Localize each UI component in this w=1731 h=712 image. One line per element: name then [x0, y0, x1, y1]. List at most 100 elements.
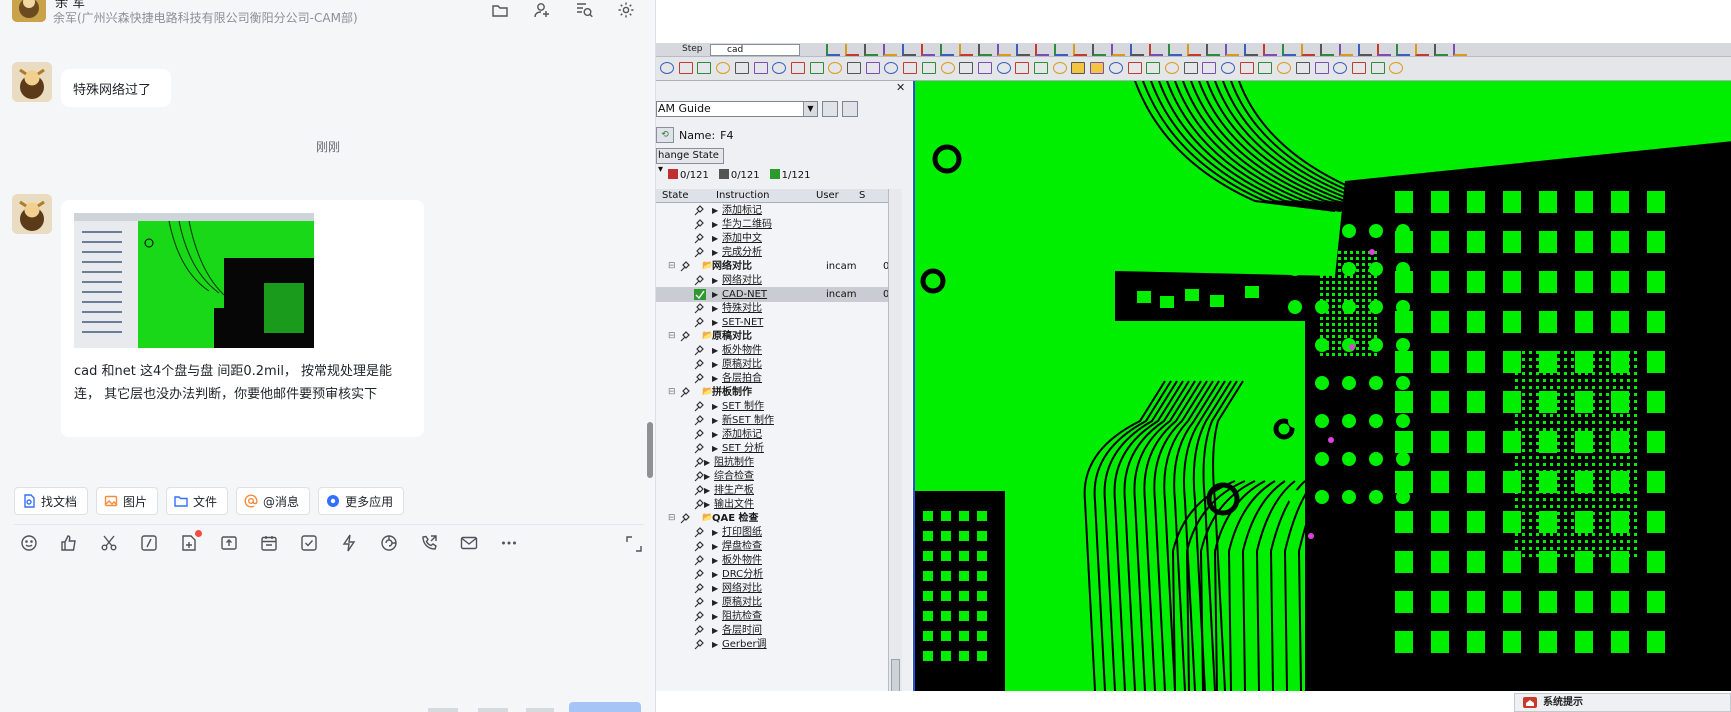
more-apps-button[interactable]: 更多应用: [318, 487, 405, 515]
sender-avatar[interactable]: [12, 62, 52, 102]
tree-item[interactable]: ▶ Gerber调: [656, 637, 888, 652]
refresh-icon[interactable]: ⟲: [656, 127, 674, 143]
toolbar-tool-icon[interactable]: [1277, 62, 1292, 74]
toolbar-tool-icon[interactable]: [1016, 44, 1030, 56]
toolbar-tool-icon[interactable]: [1258, 62, 1273, 74]
toolbar-tool-icon[interactable]: [959, 62, 974, 74]
toolbar-tool-icon[interactable]: [1333, 62, 1348, 74]
toolbar-tool-icon[interactable]: [1187, 44, 1201, 56]
tree-item[interactable]: ▶ 阻抗制作: [656, 455, 888, 470]
tree-item[interactable]: ▶ 网络对比: [656, 581, 888, 596]
change-state-dropdown[interactable]: hange State ▾: [656, 148, 724, 175]
tree-item[interactable]: ▶ SET 分析: [656, 441, 888, 456]
tree-scrollbar[interactable]: [888, 189, 902, 712]
message-bubble[interactable]: cad 和net 这4个盘与盘 间距0.2mil， 按常规处理是能连， 其它层也…: [61, 200, 424, 437]
expand-toggle-icon[interactable]: ⊟: [668, 511, 676, 526]
toolbar-tool-icon[interactable]: [1054, 44, 1068, 56]
toolbar-tool-icon[interactable]: [1370, 62, 1385, 74]
toolbar-tool-icon[interactable]: [1244, 44, 1258, 56]
more-icon[interactable]: [499, 533, 519, 553]
toolbar-tool-icon[interactable]: [1282, 44, 1296, 56]
expand-editor-icon[interactable]: [625, 535, 643, 553]
close-icon[interactable]: ✕: [896, 81, 905, 94]
image-button[interactable]: 图片: [96, 487, 159, 515]
toolbar-tool-icon[interactable]: [1149, 44, 1163, 56]
calendar-icon[interactable]: [259, 533, 279, 553]
tree-item[interactable]: ▶ 原稿对比: [656, 595, 888, 610]
tree-item[interactable]: ▶ 网络对比: [656, 273, 888, 288]
toolbar-tool-icon[interactable]: [903, 62, 918, 74]
toolbar-tool-icon[interactable]: [884, 62, 899, 74]
toolbar-tool-icon[interactable]: [1351, 62, 1366, 74]
toolbar-tool-icon[interactable]: [1239, 62, 1254, 74]
upload-icon[interactable]: [219, 533, 239, 553]
toolbar-tool-icon[interactable]: [809, 62, 824, 74]
toolbar-tool-icon[interactable]: [865, 62, 880, 74]
folder-icon[interactable]: [490, 0, 510, 20]
toolbar-tool-icon[interactable]: [921, 44, 935, 56]
toolbar-tool-icon[interactable]: [1206, 44, 1220, 56]
add-member-icon[interactable]: [532, 0, 552, 20]
chevron-down-icon[interactable]: ▼: [803, 102, 817, 116]
toolbar-tool-icon[interactable]: [978, 44, 992, 56]
lightning-icon[interactable]: [339, 533, 359, 553]
chat-scrollbar[interactable]: [647, 422, 653, 478]
tree-group[interactable]: ⊟ 📂 QAE 检查: [656, 511, 888, 526]
col-state[interactable]: State: [662, 190, 688, 201]
toolbar-tool-icon[interactable]: [845, 44, 859, 56]
at-message-button[interactable]: @消息: [236, 487, 311, 515]
toolbar-tool-icon[interactable]: [1052, 62, 1067, 74]
tree-item[interactable]: ▶ 华为二维码: [656, 217, 888, 232]
toolbar-tool-icon[interactable]: [660, 62, 674, 74]
file-button[interactable]: 文件: [166, 487, 229, 515]
toolbar-tool-icon[interactable]: [1071, 62, 1086, 74]
toolbar-tool-icon[interactable]: [883, 44, 897, 56]
tree-item[interactable]: ▶ 板外物件: [656, 343, 888, 358]
settings-icon[interactable]: [616, 0, 636, 20]
tree-item[interactable]: ▶ 各层拍合: [656, 371, 888, 386]
tree-item[interactable]: ▶ 打印图纸: [656, 525, 888, 540]
scissors-icon[interactable]: [99, 533, 119, 553]
toolbar-tool-icon[interactable]: [1396, 44, 1410, 56]
toolbar-tool-icon[interactable]: [940, 44, 954, 56]
tree-item[interactable]: ▶ SET 制作: [656, 399, 888, 414]
toolbar-tool-icon[interactable]: [1034, 62, 1048, 74]
guide-refresh-button[interactable]: [822, 101, 838, 117]
toolbar-tool-icon[interactable]: [790, 62, 805, 74]
toolbar-tool-icon[interactable]: [697, 62, 712, 74]
toolbar-tool-icon[interactable]: [1377, 44, 1391, 56]
toolbar-tool-icon[interactable]: [1015, 62, 1030, 74]
tree-item[interactable]: ▶ 阻抗检查: [656, 609, 888, 624]
toolbar-tool-icon[interactable]: [1415, 44, 1429, 56]
tree-item[interactable]: ▶ 添加中文: [656, 231, 888, 246]
toolbar-tool-icon[interactable]: [1339, 44, 1353, 56]
toolbar-tool-icon[interactable]: [1320, 44, 1334, 56]
new-doc-icon[interactable]: [179, 530, 202, 553]
toolbar-tool-icon[interactable]: [997, 44, 1011, 56]
slash-command-icon[interactable]: [139, 533, 159, 553]
emoji-icon[interactable]: [19, 533, 39, 553]
toolbar-tool-icon[interactable]: [1164, 62, 1179, 74]
tree-item[interactable]: ▶ 添加标记: [656, 203, 888, 218]
toolbar-tool-icon[interactable]: [1221, 62, 1235, 74]
toolbar-tool-icon[interactable]: [1092, 44, 1106, 56]
toolbar-tool-icon[interactable]: [1225, 44, 1239, 56]
tree-item[interactable]: ▶ 焊盘检查: [656, 539, 888, 554]
tree-item[interactable]: ▶ 完成分析: [656, 245, 888, 260]
toolbar-tool-icon[interactable]: [1035, 44, 1049, 56]
toolbar-tool-icon[interactable]: [1146, 62, 1161, 74]
tree-group[interactable]: ⊟ 📂 原稿对比: [656, 329, 888, 344]
toolbar-tool-icon[interactable]: [940, 62, 955, 74]
screen-share-icon[interactable]: [379, 533, 399, 553]
toolbar-tool-icon[interactable]: [1127, 62, 1142, 74]
search-history-icon[interactable]: [574, 0, 594, 20]
system-tip[interactable]: 系统提示: [1514, 693, 1731, 712]
screenshot-thumbnail[interactable]: [74, 213, 314, 348]
toolbar-tool-icon[interactable]: [716, 62, 731, 74]
toolbar-tool-icon[interactable]: [921, 62, 936, 74]
message-bubble[interactable]: 特殊网络过了: [61, 69, 171, 107]
toolbar-tool-icon[interactable]: [1314, 62, 1329, 74]
col-user[interactable]: User: [816, 190, 839, 201]
tree-item[interactable]: ▶ 综合检查: [656, 469, 888, 484]
guide-list-button[interactable]: [842, 101, 858, 117]
